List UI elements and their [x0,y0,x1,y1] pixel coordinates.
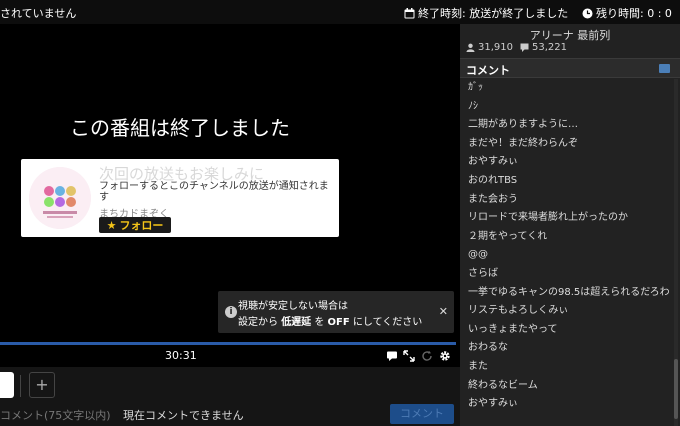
comment-row: 一挙でゆるキャンの98.5は超えられるだろわ [468,286,670,298]
toast-off: OFF [327,317,350,328]
channel-logo-icon [29,167,91,229]
comment-row: おわるな [468,342,508,354]
comment-count-icon [520,43,529,52]
comment-row: リステもよろしくみぃ [468,305,569,317]
side-panel: アリーナ 最前列 31,910 53,221 コメント ｶﾞｯ ﾉｼ 二期があります… [460,24,680,426]
follow-button-label: フォロー [119,219,164,232]
toast-text: にしてください [349,317,423,328]
comment-scrollbar[interactable] [674,79,678,426]
follow-button[interactable]: ★ フォロー [99,217,171,233]
comment-header: コメント [460,58,680,78]
remaining-time: 残り時間: 0 : 0 [582,5,672,21]
comment-input[interactable]: コメント(75文字以内) [0,407,111,423]
add-button[interactable]: + [29,372,55,398]
viewer-icon [466,43,475,52]
elapsed-time: 30:31 [165,349,197,362]
comment-row: おのれTBS [468,174,518,186]
comment-row: まだや！まだ終わらんぞ [468,137,578,149]
channel-thumbnail[interactable] [29,167,91,229]
comment-count: 53,221 [532,42,567,53]
follow-description: フォローするとこのチャンネルの放送が通知されます [99,181,329,203]
scrollbar-thumb[interactable] [674,359,678,419]
info-icon: i [225,306,237,318]
comment-row: また [468,360,488,372]
player-controls: 30:31 [0,345,460,367]
status-text: されていません [0,7,77,20]
comment-row: ２期をやってくれ [468,230,548,242]
close-icon[interactable]: ✕ [439,305,448,318]
end-time-text: 終了時刻: 放送が終了しました [418,7,569,20]
comment-row: ﾉｼ [468,100,478,112]
comment-toggle-icon[interactable] [386,350,398,362]
divider [20,375,21,397]
comment-row: @@ [468,249,488,261]
comment-row: 二期がありますように… [468,119,578,131]
fullscreen-icon[interactable] [403,350,415,362]
comment-header-title: コメント [466,64,510,77]
toast-low-latency: 低遅延 [281,317,312,328]
comment-settings-icon[interactable] [659,64,670,73]
gift-icon[interactable] [0,372,14,398]
comment-row: さらば [468,267,498,279]
low-latency-toast: i 視聴が安定しない場合は 設定から 低遅延 を OFF にしてください ✕ [218,291,454,333]
comment-row: いっきょまたやって [468,323,558,335]
comment-row: ｶﾞｯ [468,82,483,93]
comment-disabled-status: 現在コメントできません [123,409,244,422]
program-ended-message: この番組は終了しました [70,116,290,140]
seat-label: アリーナ 最前列 [529,29,611,42]
video-player[interactable]: この番組は終了しました 次回の放送もお楽しみに フォローするとこのチャンネルの放… [0,24,460,342]
clock-icon [582,8,593,18]
comment-list[interactable]: ｶﾞｯ ﾉｼ 二期がありますように… まだや！まだ終わらんぞ おやすみぃ おのれTBS また… [460,79,672,414]
top-bar: されていません 終了時刻: 放送が終了しました 残り時間: 0 : 0 [0,0,680,24]
viewer-count: 31,910 [478,42,513,53]
toast-line-2: 設定から 低遅延 を OFF にしてください [238,313,422,328]
toast-line-1: 視聴が安定しない場合は [238,301,348,312]
calendar-icon [404,7,415,18]
toast-text: を [311,317,328,328]
next-broadcast-card: 次回の放送もお楽しみに フォローするとこのチャンネルの放送が通知されます まちカ… [21,159,339,237]
end-time: 終了時刻: 放送が終了しました [404,5,568,21]
remaining-time-text: 残り時間: 0 : 0 [596,7,672,20]
comment-send-button[interactable]: コメント [390,404,454,424]
comment-input-panel: + コメント(75文字以内) 現在コメントできません コメント [0,367,460,426]
stats-row: 31,910 53,221 [466,42,567,53]
comment-row: おやすみぃ [468,398,518,410]
comment-row: リロードで来場者膨れ上がったのか [468,212,628,224]
star-icon: ★ [106,218,117,232]
comment-row: また会おう [468,193,518,205]
comment-row: 終わるなビーム [468,379,538,391]
reload-icon[interactable] [421,350,433,362]
gear-icon[interactable] [439,350,451,362]
comment-row: おやすみぃ [468,156,518,168]
toast-text: 設定から [238,317,282,328]
